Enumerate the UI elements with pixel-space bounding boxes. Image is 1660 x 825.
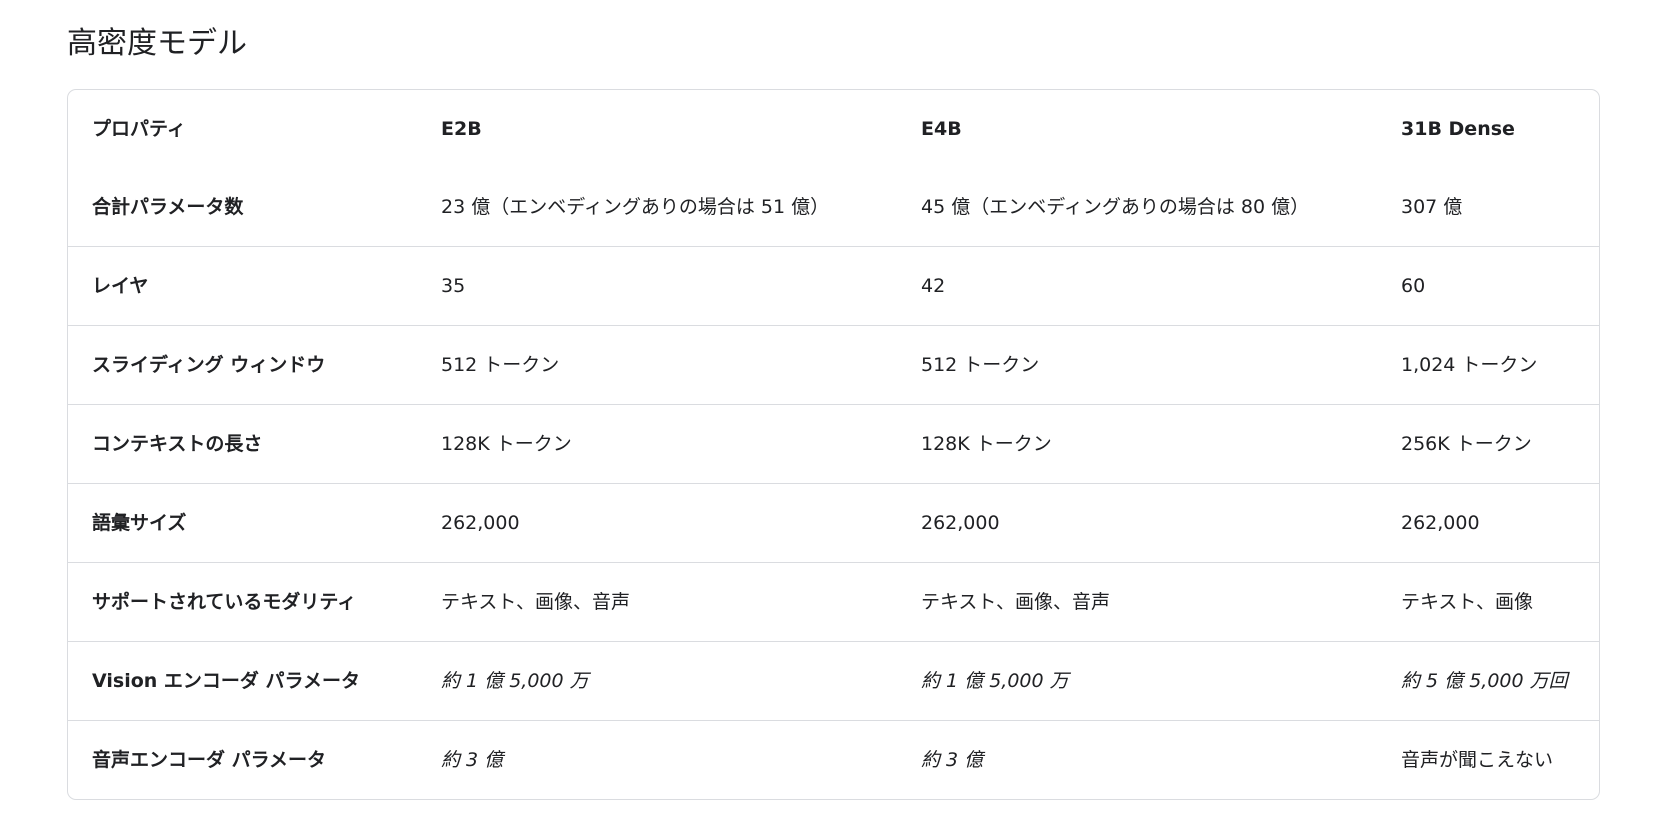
cell-e4b: 約 3 億 [897,720,1377,799]
table-row: 合計パラメータ数 23 億（エンベディングありの場合は 51 億） 45 億（エ… [68,168,1599,247]
cell-e4b: 262,000 [897,483,1377,563]
row-label: レイヤ [68,246,417,326]
table-row: コンテキストの長さ 128K トークン 128K トークン 256K トークン [68,404,1599,484]
cell-e2b: 35 [417,246,897,326]
table-row: 音声エンコーダ パラメータ 約 3 億 約 3 億 音声が聞こえない [68,720,1599,799]
cell-e4b: 512 トークン [897,325,1377,405]
cell-e2b: 512 トークン [417,325,897,405]
cell-31b-dense: 307 億 [1401,196,1463,218]
cell-e4b: 42 [897,246,1377,326]
header-e2b: E2B [441,118,482,140]
cell-e2b: 128K トークン [417,404,897,484]
row-label: 合計パラメータ数 [92,196,244,218]
model-spec-table: プロパティ E2B E4B 31B Dense 合計パラメータ数 23 億（エン… [67,89,1600,800]
row-label: サポートされているモダリティ [68,562,417,642]
row-label: 語彙サイズ [68,483,417,563]
row-label: 音声エンコーダ パラメータ [68,720,417,799]
page-title: 高密度モデル [67,26,247,61]
cell-e4b: 約 1 億 5,000 万 [897,641,1377,721]
table-row: レイヤ 35 42 60 [68,246,1599,326]
cell-e2b: 約 1 億 5,000 万 [417,641,897,721]
cell-31b-dense: 約 5 億 5,000 万回 [1377,641,1599,721]
header-31b-dense: 31B Dense [1401,118,1515,140]
table-row: サポートされているモダリティ テキスト、画像、音声 テキスト、画像、音声 テキス… [68,562,1599,642]
cell-31b-dense: 1,024 トークン [1377,325,1599,405]
cell-31b-dense: 60 [1377,246,1599,326]
header-property: プロパティ [92,118,186,140]
table-row: スライディング ウィンドウ 512 トークン 512 トークン 1,024 トー… [68,325,1599,405]
table-row: 語彙サイズ 262,000 262,000 262,000 [68,483,1599,563]
table-row: Vision エンコーダ パラメータ 約 1 億 5,000 万 約 1 億 5… [68,641,1599,721]
cell-e4b: 128K トークン [897,404,1377,484]
header-e4b: E4B [921,118,962,140]
cell-e2b: 23 億（エンベディングありの場合は 51 億） [441,196,830,218]
cell-e4b: テキスト、画像、音声 [897,562,1377,642]
row-label: コンテキストの長さ [68,404,417,484]
cell-e4b: 45 億（エンベディングありの場合は 80 億） [921,196,1310,218]
row-label: スライディング ウィンドウ [68,325,417,405]
cell-31b-dense: テキスト、画像 [1377,562,1599,642]
cell-e2b: テキスト、画像、音声 [417,562,897,642]
table-header-row: プロパティ E2B E4B 31B Dense [68,90,1599,168]
cell-31b-dense: 音声が聞こえない [1377,720,1599,799]
cell-e2b: 262,000 [417,483,897,563]
cell-e2b: 約 3 億 [417,720,897,799]
row-label: Vision エンコーダ パラメータ [68,641,417,721]
cell-31b-dense: 256K トークン [1377,404,1599,484]
cell-31b-dense: 262,000 [1377,483,1599,563]
